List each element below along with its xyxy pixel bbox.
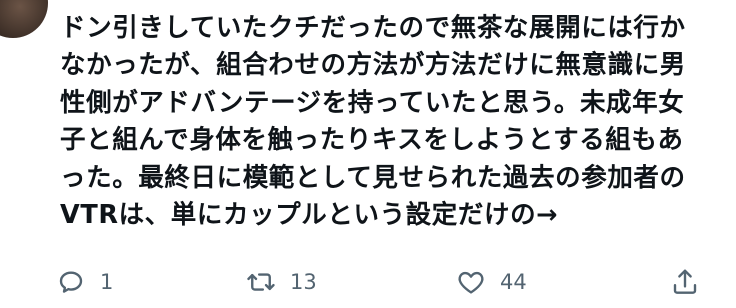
like-button[interactable]: 44 bbox=[456, 262, 527, 302]
tweet-text-line: なかったが、組合わせの方法が方法だけに無意識に男 bbox=[60, 50, 686, 81]
reply-button[interactable]: 1 bbox=[56, 262, 113, 302]
reply-count: 1 bbox=[100, 270, 114, 294]
tweet-text-line: VTRは、単にカップルという設定だけの→ bbox=[60, 200, 559, 231]
avatar[interactable] bbox=[0, 0, 48, 38]
tweet-text-line: 子と組んで身体を触ったりキスをしようとする組もあ bbox=[60, 125, 684, 156]
tweet-header bbox=[60, 0, 660, 8]
tweet-text-line: 性側がアドバンテージを持っていたと思う。未成年女 bbox=[60, 87, 685, 118]
heart-icon bbox=[458, 271, 484, 294]
retweet-button[interactable]: 13 bbox=[246, 262, 317, 302]
retweet-count: 13 bbox=[290, 270, 317, 294]
tweet[interactable]: ドン引きしていたクチだったので無茶な展開には行か なかったが、組合わせの方法が方… bbox=[0, 0, 736, 308]
share-icon bbox=[673, 269, 697, 294]
retweet-icon bbox=[247, 273, 275, 291]
reply-icon bbox=[59, 271, 83, 293]
share-button[interactable] bbox=[670, 262, 700, 302]
tweet-text-line: ドン引きしていたクチだったので無茶な展開には行か bbox=[60, 13, 686, 43]
tweet-text: ドン引きしていたクチだったので無茶な展開には行か なかったが、組合わせの方法が方… bbox=[60, 10, 730, 234]
tweet-actions: 1 13 44 bbox=[56, 262, 716, 302]
like-count: 44 bbox=[500, 270, 527, 294]
tweet-text-line: った。最終日に模範として見せられた過去の参加者の bbox=[60, 162, 686, 193]
